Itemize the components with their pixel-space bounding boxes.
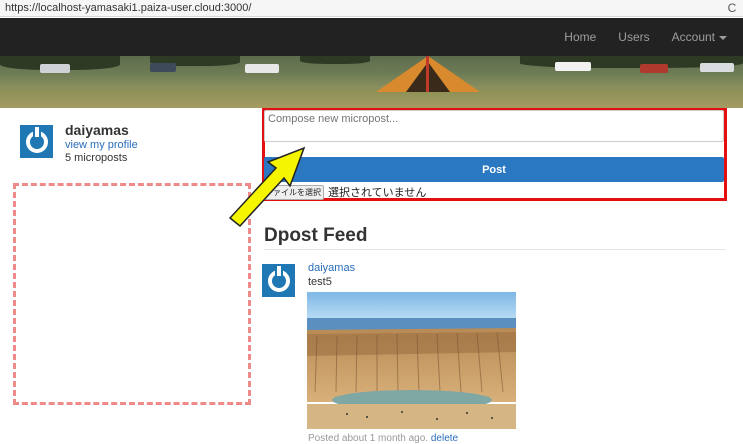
nav-users-link[interactable]: Users [618, 30, 649, 44]
micropost-count: 5 microposts [65, 152, 128, 164]
post-content: test5 [308, 276, 332, 288]
post-image [307, 292, 516, 429]
feed-title: Dpost Feed [264, 225, 368, 246]
post-timestamp: Posted about 1 month ago. [308, 433, 429, 444]
annotation-arrow-icon [228, 146, 306, 228]
post-meta: Posted about 1 month ago. delete [308, 433, 458, 444]
micropost-input[interactable] [264, 110, 724, 142]
hero-banner-image [0, 56, 743, 108]
url-text[interactable]: https://localhost-yamasaki1.paiza-user.c… [0, 2, 721, 14]
user-avatar[interactable] [20, 125, 53, 158]
nav-home-link[interactable]: Home [564, 30, 596, 44]
reload-icon[interactable]: C [721, 1, 743, 15]
power-logo-icon [267, 265, 290, 292]
caret-down-icon [719, 35, 727, 40]
nav-account-label: Account [671, 30, 715, 44]
top-navbar: Home Users Account [0, 18, 743, 56]
feed-divider [264, 249, 726, 250]
delete-post-link[interactable]: delete [431, 433, 458, 444]
post-username-link[interactable]: daiyamas [308, 262, 355, 274]
view-profile-link[interactable]: view my profile [65, 139, 138, 151]
annotation-dashed-box [13, 183, 251, 405]
nav-account-dropdown[interactable]: Account [672, 30, 727, 44]
address-bar[interactable]: https://localhost-yamasaki1.paiza-user.c… [0, 0, 743, 17]
power-logo-icon [25, 126, 48, 153]
file-status-text: 選択されていません [328, 186, 427, 199]
profile-username: daiyamas [65, 122, 129, 138]
post-avatar[interactable] [262, 264, 295, 297]
post-button[interactable]: Post [264, 157, 724, 182]
